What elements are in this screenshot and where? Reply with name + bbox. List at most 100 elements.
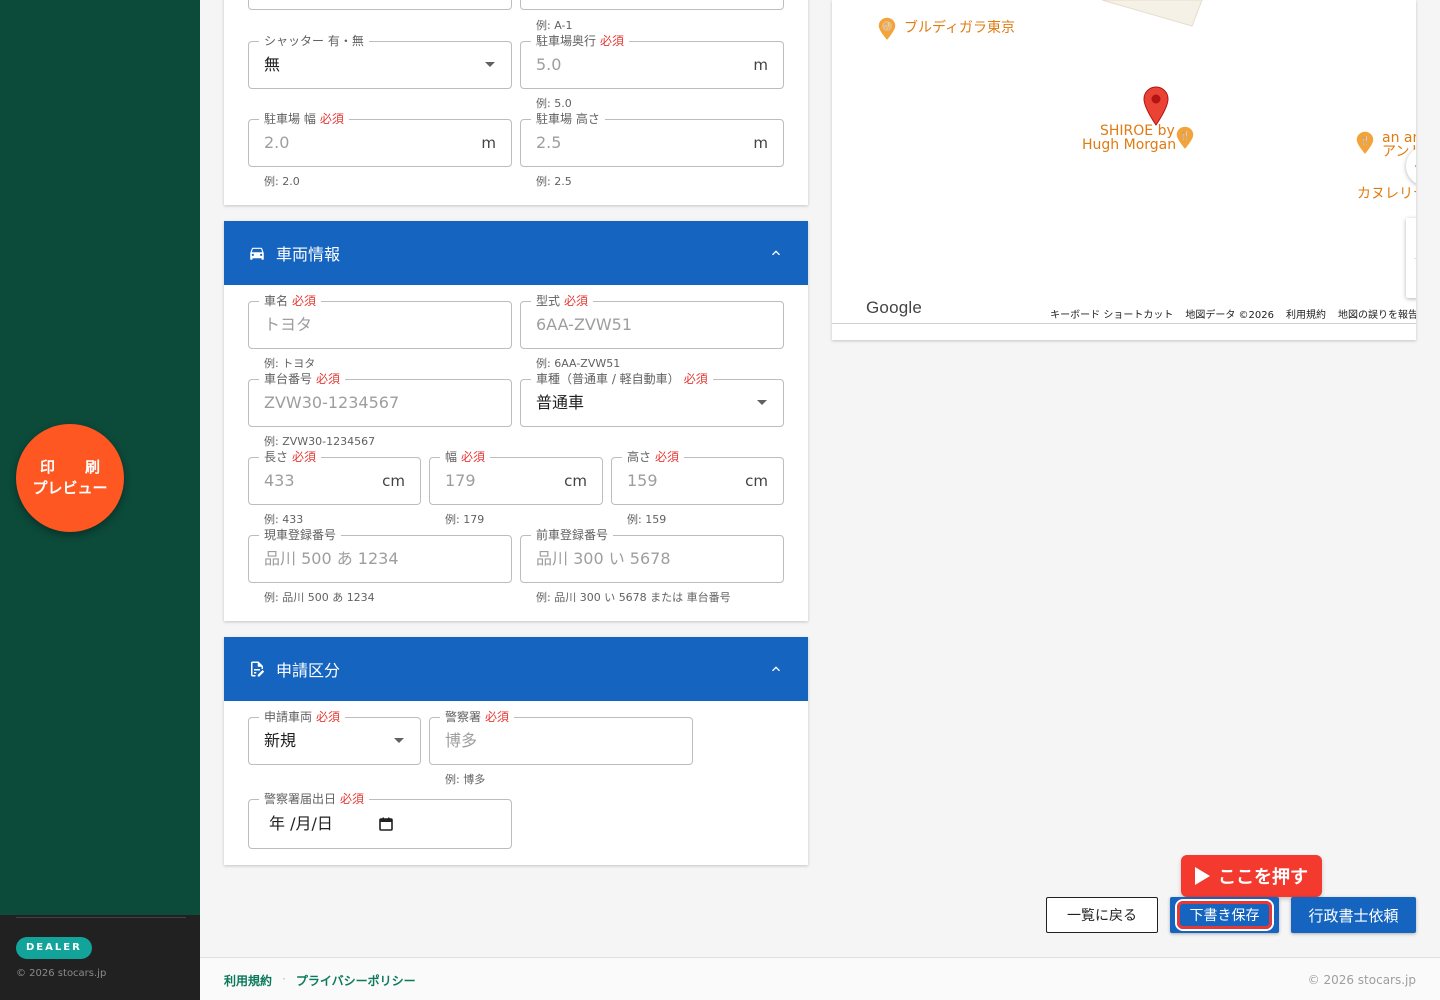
width-input[interactable]: 幅必須 179 cm — [429, 449, 603, 505]
width-hint: 例: 179 — [445, 513, 485, 526]
previous-registration-placeholder: 品川 300 い 5678 — [536, 549, 671, 568]
application-vehicle-value: 新規 — [264, 731, 297, 750]
map-label-bruditta[interactable]: ブルディガラ東京 — [904, 21, 1015, 35]
terms-link[interactable]: 利用規約 — [224, 972, 272, 989]
dealer-badge: DEALER — [16, 937, 92, 959]
restaurant-pin-icon[interactable]: 🍴 — [1354, 130, 1376, 160]
main-content: 例: A-1 シャッター 有・無 無 駐車場奥行 必須 5.0 m 例: 5.0 … — [200, 0, 1440, 1000]
current-registration-hint: 例: 品川 500 あ 1234 — [264, 591, 375, 604]
print-preview-button[interactable]: 印刷 プレビュー — [16, 424, 124, 532]
map-label-anand-1[interactable]: an and an — [1382, 131, 1416, 145]
width-unit: cm — [564, 472, 587, 490]
police-date-value: 年 /月/日 — [269, 814, 333, 833]
restaurant-pin-icon[interactable]: 🍴 — [876, 16, 898, 46]
previous-registration-input[interactable]: 前車登録番号 品川 300 い 5678 — [520, 527, 784, 583]
footer-separator: · — [282, 972, 286, 986]
footer-copyright: © 2026 stocars.jp — [1307, 973, 1416, 987]
police-date-input[interactable]: 警察署届出日 必須 年 /月/日 — [248, 791, 512, 849]
chevron-up-icon[interactable] — [768, 661, 784, 677]
current-registration-placeholder: 品川 500 あ 1234 — [264, 549, 399, 568]
parking-width-placeholder: 2.0 — [264, 133, 290, 152]
parking-height-unit: m — [753, 134, 768, 152]
map-data-credit: 地図データ ©2026 — [1185, 310, 1274, 321]
map-pan-button[interactable] — [1406, 146, 1416, 186]
length-unit: cm — [382, 472, 405, 490]
vehicle-card-header[interactable]: 車両情報 — [224, 221, 808, 285]
parking-width-unit: m — [481, 134, 496, 152]
vehicle-card-title: 車両情報 — [276, 245, 341, 264]
save-draft-label: 下書き保存 — [1189, 908, 1260, 924]
application-card-title: 申請区分 — [276, 661, 341, 680]
parking-depth-input[interactable]: 駐車場奥行 必須 5.0 m — [520, 33, 784, 89]
svg-text:🍴: 🍴 — [1180, 130, 1190, 140]
height-unit: cm — [745, 472, 768, 490]
svg-text:🍴: 🍴 — [882, 21, 892, 31]
map-area[interactable]: 🍴 ブルディガラ東京 SHIROE by Hugh Morgan 🍴 🍴 an … — [832, 0, 1416, 324]
map-label-canaletto[interactable]: カヌレリテ ク — [1357, 187, 1416, 201]
car-name-hint: 例: トヨタ — [264, 357, 316, 370]
google-logo: Google — [866, 298, 923, 317]
footer-links: 利用規約 · プライバシーポリシー — [224, 972, 416, 989]
height-input[interactable]: 高さ 必須 159 cm — [611, 449, 784, 505]
restaurant-pin-icon[interactable]: 🍴 — [1174, 125, 1196, 155]
page-footer: 利用規約 · プライバシーポリシー © 2026 stocars.jp — [200, 957, 1440, 1000]
play-triangle-icon — [1195, 867, 1210, 885]
edit-document-icon — [248, 660, 266, 678]
dropdown-arrow-icon — [757, 400, 767, 405]
chassis-number-input[interactable]: 車台番号 必須 ZVW30-1234567 — [248, 371, 512, 427]
parking-width-input[interactable]: 駐車場 幅必須 2.0 m — [248, 111, 512, 167]
parking-number-field[interactable] — [248, 0, 512, 10]
application-vehicle-select[interactable]: 申請車両 必須 新規 — [248, 709, 421, 765]
application-card-header[interactable]: 申請区分 — [224, 637, 808, 701]
save-draft-button[interactable]: 下書き保存 — [1170, 897, 1279, 933]
height-placeholder: 159 — [627, 471, 658, 490]
car-icon — [248, 244, 266, 262]
car-name-input[interactable]: 車名 必須 トヨタ — [248, 293, 512, 349]
parking-partial-hint: 例: A-1 — [536, 19, 573, 32]
parking-depth-unit: m — [753, 56, 768, 74]
chassis-number-hint: 例: ZVW30-1234567 — [264, 435, 376, 448]
request-scrivener-button[interactable]: 行政書士依頼 — [1291, 897, 1416, 933]
sidebar-copyright: © 2026 stocars.jp — [16, 968, 107, 979]
map-label-shiroe-1[interactable]: SHIROE by — [1100, 124, 1175, 138]
zoom-in-button[interactable]: + — [1406, 218, 1417, 258]
map-label-shiroe-2[interactable]: Hugh Morgan — [1082, 138, 1176, 152]
map-zoom-controls: + − — [1406, 218, 1416, 298]
map-report-error-link[interactable]: 地図の誤りを報告する — [1338, 306, 1416, 322]
shutter-select[interactable]: シャッター 有・無 無 — [248, 33, 512, 89]
map-terms-link[interactable]: 利用規約 — [1286, 306, 1326, 322]
police-station-placeholder: 博多 — [445, 731, 478, 750]
model-placeholder: 6AA-ZVW51 — [536, 315, 633, 334]
dropdown-arrow-icon — [485, 62, 495, 67]
print-preview-label-2: プレビュー — [32, 479, 108, 497]
back-to-list-button[interactable]: 一覧に戻る — [1046, 897, 1158, 933]
map-keyboard-shortcuts-link[interactable]: キーボード ショートカット — [1050, 306, 1173, 322]
height-hint: 例: 159 — [627, 513, 667, 526]
parking-height-input[interactable]: 駐車場 高さ 2.5 m — [520, 111, 784, 167]
police-station-input[interactable]: 警察署 必須 博多 — [429, 709, 693, 765]
privacy-link[interactable]: プライバシーポリシー — [296, 972, 416, 989]
model-input[interactable]: 型式 必須 6AA-ZVW51 — [520, 293, 784, 349]
vehicle-card: 車両情報 車名 必須 トヨタ 例: トヨタ 型式 必須 6AA-ZVW51 例: 6… — [224, 221, 808, 621]
parking-depth-placeholder: 5.0 — [536, 55, 562, 74]
svg-text:🍴: 🍴 — [1360, 135, 1370, 145]
parking-width-hint: 例: 2.0 — [264, 175, 300, 188]
chevron-up-icon[interactable] — [768, 245, 784, 261]
dropdown-arrow-icon — [394, 738, 404, 743]
chassis-number-placeholder: ZVW30-1234567 — [264, 393, 400, 412]
parking-depth-hint: 例: 5.0 — [536, 97, 572, 110]
calendar-icon[interactable] — [379, 816, 393, 831]
car-name-placeholder: トヨタ — [264, 315, 313, 334]
length-input[interactable]: 長さ 必須 433 cm — [248, 449, 421, 505]
parking-partial-field[interactable] — [520, 0, 784, 10]
shutter-value: 無 — [264, 55, 281, 74]
parking-card: 例: A-1 シャッター 有・無 無 駐車場奥行 必須 5.0 m 例: 5.0 … — [224, 0, 808, 205]
sidebar-footer: DEALER © 2026 stocars.jp — [0, 915, 200, 1000]
vehicle-kind-select[interactable]: 車種（普通車 / 軽自動車） 必須 普通車 — [520, 371, 784, 427]
map-attribution-bar: キーボード ショートカット 地図データ ©2026 利用規約 地図の誤りを報告す… — [1048, 306, 1416, 322]
zoom-out-button[interactable]: − — [1406, 259, 1417, 298]
current-registration-input[interactable]: 現車登録番号 品川 500 あ 1234 — [248, 527, 512, 583]
vehicle-kind-value: 普通車 — [536, 393, 585, 412]
length-placeholder: 433 — [264, 471, 295, 490]
callout-press-here: ここを押す — [1181, 855, 1322, 897]
